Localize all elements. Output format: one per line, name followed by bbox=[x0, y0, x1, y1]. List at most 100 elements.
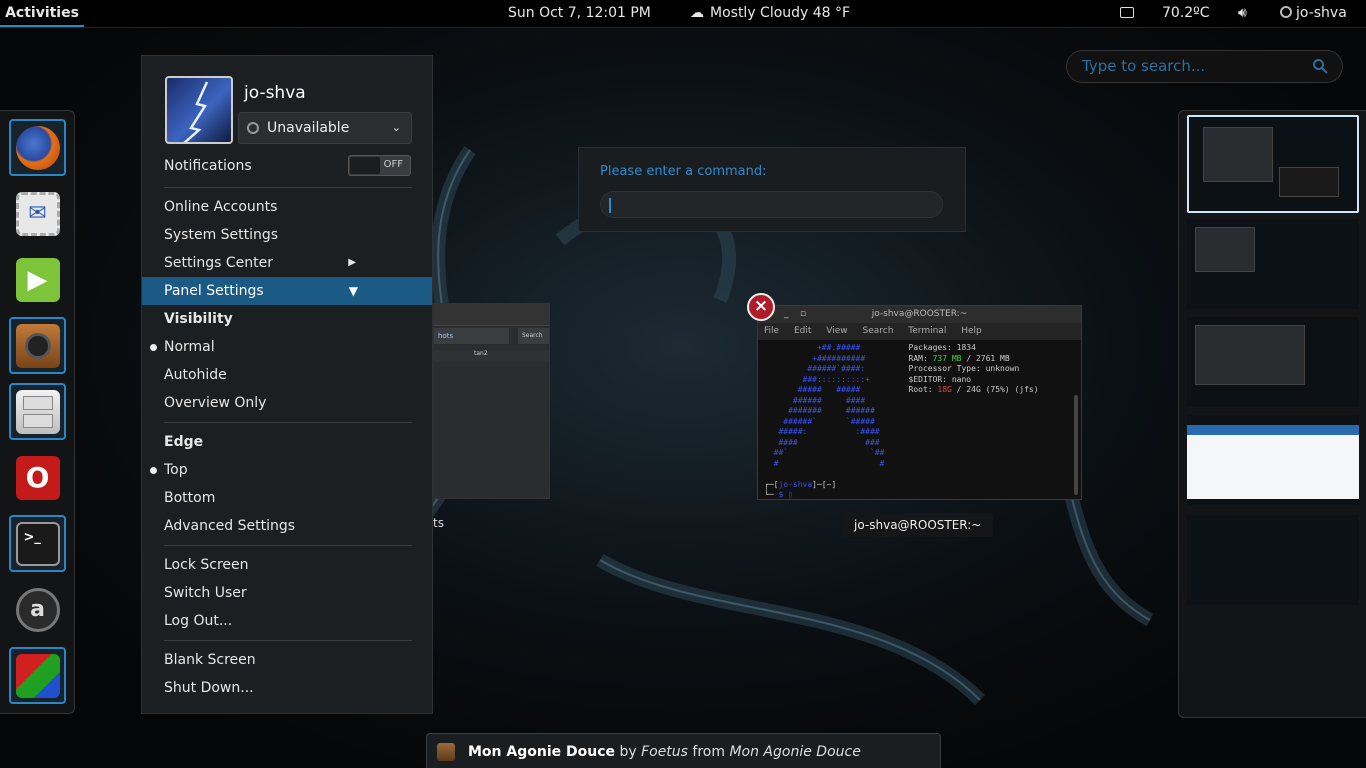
term-prompt-user: jo-shva bbox=[778, 479, 813, 489]
notifications-toggle[interactable]: OFF bbox=[348, 155, 411, 176]
user-menu-button[interactable]: jo-shva bbox=[1280, 0, 1347, 27]
menu-visibility-autohide[interactable]: Autohide bbox=[142, 361, 432, 389]
keyboard-icon[interactable] bbox=[1120, 0, 1138, 27]
term-root-rest: / 24G (75%) (jfs) bbox=[951, 385, 1039, 394]
menu-visibility-overview-only[interactable]: Overview Only bbox=[142, 389, 432, 417]
maximize-icon[interactable]: ▫ bbox=[800, 306, 806, 323]
close-window-icon[interactable]: × bbox=[747, 293, 775, 321]
term-root-label: Root: bbox=[908, 385, 938, 394]
avatar bbox=[165, 76, 233, 144]
notifications-toggle-label: OFF bbox=[383, 159, 403, 170]
left-window-tab-2: tan2 bbox=[434, 350, 549, 362]
terminal-menubar: File Edit View Search Terminal Help bbox=[758, 323, 1081, 340]
workspace-4[interactable] bbox=[1187, 415, 1359, 505]
dash: ✉ ▶ O >_ a bbox=[0, 110, 75, 714]
terminal-menu-edit[interactable]: Edit bbox=[794, 326, 811, 336]
search-placeholder: Type to search... bbox=[1082, 57, 1206, 75]
weather-label: Mostly Cloudy 48 °F bbox=[710, 5, 851, 21]
menu-edge-top[interactable]: Top bbox=[142, 456, 432, 484]
notification-by: by bbox=[619, 744, 637, 760]
term-ram-used: 737 MB bbox=[932, 353, 962, 363]
activities-button[interactable]: Activities bbox=[0, 0, 84, 27]
terminal-menu-help[interactable]: Help bbox=[961, 326, 982, 336]
menu-shut-down[interactable]: Shut Down... bbox=[142, 674, 432, 702]
weather-menu[interactable]: ☁ Mostly Cloudy 48 °F bbox=[688, 0, 850, 27]
amazon-icon: a bbox=[15, 587, 60, 632]
dash-firefox[interactable] bbox=[9, 119, 66, 176]
term-editor: $EDITOR: nano bbox=[908, 374, 972, 384]
dash-cube[interactable] bbox=[9, 647, 66, 704]
run-command-input[interactable] bbox=[600, 191, 943, 218]
file-cabinet-icon bbox=[15, 389, 60, 434]
user-name: jo-shva bbox=[244, 83, 306, 103]
menu-log-out[interactable]: Log Out... bbox=[142, 607, 432, 635]
play-icon: ▶ bbox=[15, 257, 60, 302]
cloud-sun-icon: ☁ bbox=[690, 5, 704, 21]
search-icon bbox=[1313, 59, 1328, 74]
dash-thunderbird[interactable]: ✉ bbox=[9, 185, 66, 242]
thunderbird-icon: ✉ bbox=[15, 191, 60, 236]
speaker-icon bbox=[437, 743, 455, 761]
settings-center-label: Settings Center bbox=[164, 255, 273, 271]
menu-switch-user[interactable]: Switch User bbox=[142, 579, 432, 607]
dash-terminal[interactable]: >_ bbox=[9, 515, 66, 572]
dash-files[interactable] bbox=[9, 383, 66, 440]
search-input[interactable]: Type to search... bbox=[1066, 50, 1343, 83]
firefox-icon bbox=[15, 125, 60, 170]
workspace-1[interactable] bbox=[1187, 115, 1359, 213]
menu-visibility-normal[interactable]: Normal bbox=[142, 333, 432, 361]
menu-panel-settings[interactable]: Panel Settings ▼ bbox=[142, 277, 432, 305]
selected-dot-icon bbox=[150, 467, 157, 474]
terminal-window-preview[interactable]: _ ▫ jo-shva@ROOSTER:~ File Edit View Sea… bbox=[757, 305, 1082, 500]
notification-track: Mon Agonie Douce bbox=[468, 744, 615, 760]
opera-icon: O bbox=[15, 455, 60, 500]
term-ram-total: / 2761 MB bbox=[961, 353, 1010, 363]
clock-menu[interactable]: Sun Oct 7, 12:01 PM bbox=[508, 0, 651, 27]
workspace-2[interactable] bbox=[1187, 219, 1359, 309]
terminal-menu-terminal[interactable]: Terminal bbox=[908, 326, 946, 336]
menu-lock-screen[interactable]: Lock Screen bbox=[142, 551, 432, 579]
workspace-3[interactable] bbox=[1187, 317, 1359, 407]
terminal-menu-view[interactable]: View bbox=[826, 326, 847, 336]
temperature-indicator[interactable]: 70.2ºC bbox=[1162, 0, 1210, 27]
chevron-down-icon: ⌄ bbox=[391, 121, 401, 134]
dash-rhythmbox[interactable] bbox=[9, 317, 66, 374]
menu-advanced-settings[interactable]: Advanced Settings bbox=[142, 512, 432, 540]
terminal-menu-search[interactable]: Search bbox=[862, 326, 893, 336]
menu-edge-bottom[interactable]: Bottom bbox=[142, 484, 432, 512]
edge-heading: Edge bbox=[164, 434, 204, 450]
workspace-5[interactable] bbox=[1187, 515, 1359, 605]
left-window-tab: hots bbox=[434, 328, 509, 344]
top-panel: Activities Sun Oct 7, 12:01 PM ☁ Mostly C… bbox=[0, 0, 1366, 28]
music-notification[interactable]: Mon Agonie Douce by Foetus from Mon Agon… bbox=[426, 733, 941, 768]
left-window-search: Search bbox=[518, 328, 549, 344]
presence-icon bbox=[247, 122, 259, 134]
notification-artist: Foetus bbox=[641, 744, 688, 760]
normal-label: Normal bbox=[164, 339, 215, 355]
menu-system-settings[interactable]: System Settings bbox=[142, 221, 432, 249]
menu-blank-screen[interactable]: Blank Screen bbox=[142, 646, 432, 674]
terminal-title: jo-shva@ROOSTER:~ bbox=[871, 309, 968, 319]
dash-amazon[interactable]: a bbox=[9, 581, 66, 638]
menu-online-accounts[interactable]: Online Accounts bbox=[142, 193, 432, 221]
terminal-scrollbar[interactable] bbox=[1074, 395, 1078, 495]
term-prompt-path: ~ bbox=[826, 479, 832, 489]
window-caption-terminal: jo-shva@ROOSTER:~ bbox=[842, 513, 994, 537]
minimize-icon[interactable]: _ bbox=[784, 306, 789, 323]
panel-settings-label: Panel Settings bbox=[164, 283, 264, 299]
presence-icon bbox=[1280, 6, 1292, 18]
window-caption-left: ts bbox=[433, 516, 444, 530]
visibility-heading: Visibility bbox=[164, 311, 233, 327]
term-processor: Processor Type: unknown bbox=[908, 364, 1020, 373]
volume-icon[interactable]: 🔊︎ bbox=[1238, 0, 1247, 27]
terminal-menu-file[interactable]: File bbox=[764, 326, 779, 336]
chevron-down-icon: ▼ bbox=[348, 284, 358, 298]
window-preview-left[interactable]: hots Search tan2 bbox=[433, 303, 550, 499]
term-ram-label: RAM: bbox=[908, 353, 933, 363]
menu-settings-center[interactable]: Settings Center ▶ bbox=[142, 249, 432, 277]
status-value: Unavailable bbox=[267, 120, 350, 136]
status-dropdown[interactable]: Unavailable ⌄ bbox=[238, 112, 412, 144]
user-menu-label: jo-shva bbox=[1296, 5, 1347, 21]
dash-opera[interactable]: O bbox=[9, 449, 66, 506]
dash-media-player[interactable]: ▶ bbox=[9, 251, 66, 308]
